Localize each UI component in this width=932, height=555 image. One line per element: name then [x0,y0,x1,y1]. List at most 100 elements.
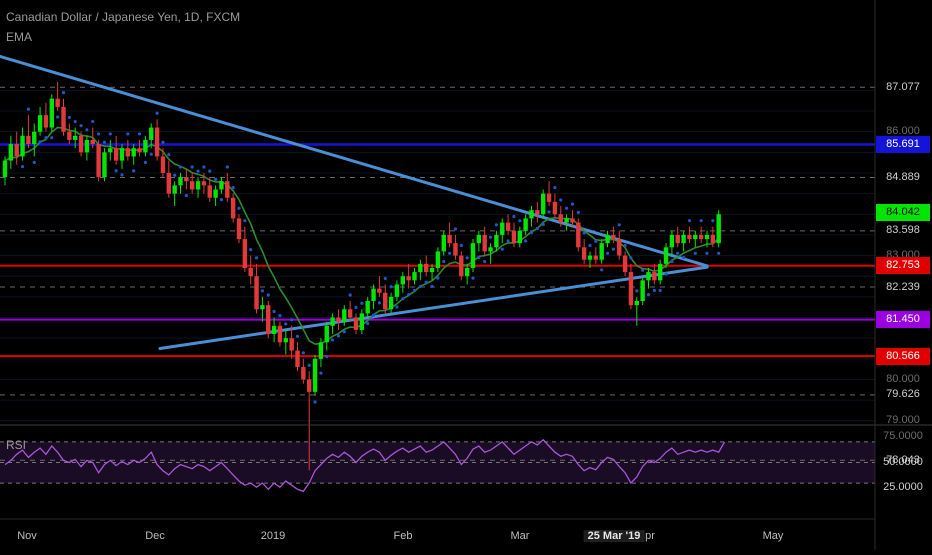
candle-body [663,247,669,264]
candle-body [353,317,359,330]
price-chart[interactable] [0,0,932,550]
psar-dot [693,251,697,255]
candle-body [646,272,651,281]
psar-dot [67,115,71,120]
candle-body [342,309,347,322]
psar-dot [646,293,651,297]
candle-body [669,234,675,248]
psar-dot [383,276,387,281]
candle-body [207,185,212,198]
candle [266,301,271,339]
candle-body [658,263,663,281]
psar-dot [401,297,405,301]
candle-body [73,135,78,140]
psar-dot [237,206,241,210]
candle [102,148,107,182]
psar-dot [61,91,66,95]
chart-stage[interactable]: Canadian Dollar / Japanese Yen, 1D, FXCM… [0,0,932,550]
candle-body [505,222,511,231]
psar-dot [570,202,575,206]
psar-dot [465,256,469,260]
candle-body [581,247,587,260]
x-label-dec: Dec [145,530,165,542]
price-label-80-566: 80.566 [876,347,930,365]
candle-body [37,115,43,132]
candle-body [260,305,265,310]
psar-dot [453,227,458,231]
psar-dot [143,160,147,165]
price-label-83-598: 83.598 [886,224,920,237]
psar-dot [266,293,270,297]
psar-dot [559,198,563,202]
candle-body [32,131,37,145]
psar-dot [535,226,539,231]
psar-dot [79,124,83,128]
candle-body [26,135,31,145]
psar-dot [605,251,610,255]
x-label-feb: Feb [393,530,413,542]
psar-dot [120,173,124,177]
candle-body [412,272,417,281]
psar-dot [167,152,171,157]
price-label-84-889: 84.889 [886,171,920,184]
psar-dot [360,301,364,305]
psar-dot [407,293,411,297]
psar-dot [290,318,294,322]
psar-dot [243,219,247,223]
psar-dot [436,276,440,280]
candle-body [470,243,476,268]
candle-body [511,230,517,244]
psar-dot [412,288,417,293]
candle-body [160,156,166,173]
candle-body [634,301,639,306]
candle-body [307,379,312,392]
psar-dot [190,165,194,169]
candle [576,218,581,252]
psar-dot [114,169,118,173]
rsi-indicator-label[interactable]: RSI [6,438,26,452]
price-label-82-753: 82.753 [876,257,930,275]
candle-body [453,243,458,256]
candle-body [500,222,505,235]
psar-dot [395,305,399,309]
psar-dot [459,243,463,248]
psar-dot [348,293,352,297]
rsi-tick-25: 25.0000 [883,481,923,494]
psar-dot [430,284,434,288]
psar-dot [284,322,288,326]
ema-indicator-label[interactable]: EMA [6,30,32,44]
psar-dot [307,363,311,367]
candle-body [388,296,394,310]
psar-dot [319,371,323,375]
candle-body [435,251,441,268]
candle [470,239,476,273]
psar-dot [56,115,60,119]
psar-dot [442,259,446,264]
psar-dot [331,338,335,342]
psar-dot [32,160,36,165]
x-label-apr: pr [645,530,655,542]
candle-body [628,272,634,306]
candle-body [698,234,704,240]
candle-body [681,234,686,244]
psar-dot [161,140,165,144]
psar-dot [623,243,627,248]
psar-dot [541,222,545,227]
candle-body [652,272,657,281]
x-label-mar: Mar [510,530,530,542]
candle-body [172,185,177,194]
candle-body [84,139,90,153]
psar-dot [418,284,422,288]
psar-dot [20,164,25,169]
psar-dot [214,177,218,181]
psar-dot [126,132,130,136]
candle-body [67,131,72,140]
candle-body [441,234,446,252]
candle [236,214,242,244]
psar-dot [617,223,621,227]
psar-dot [313,400,317,404]
candle [230,193,236,223]
candle-body [184,177,189,182]
candle-body [716,214,721,244]
candle-body [14,144,19,157]
